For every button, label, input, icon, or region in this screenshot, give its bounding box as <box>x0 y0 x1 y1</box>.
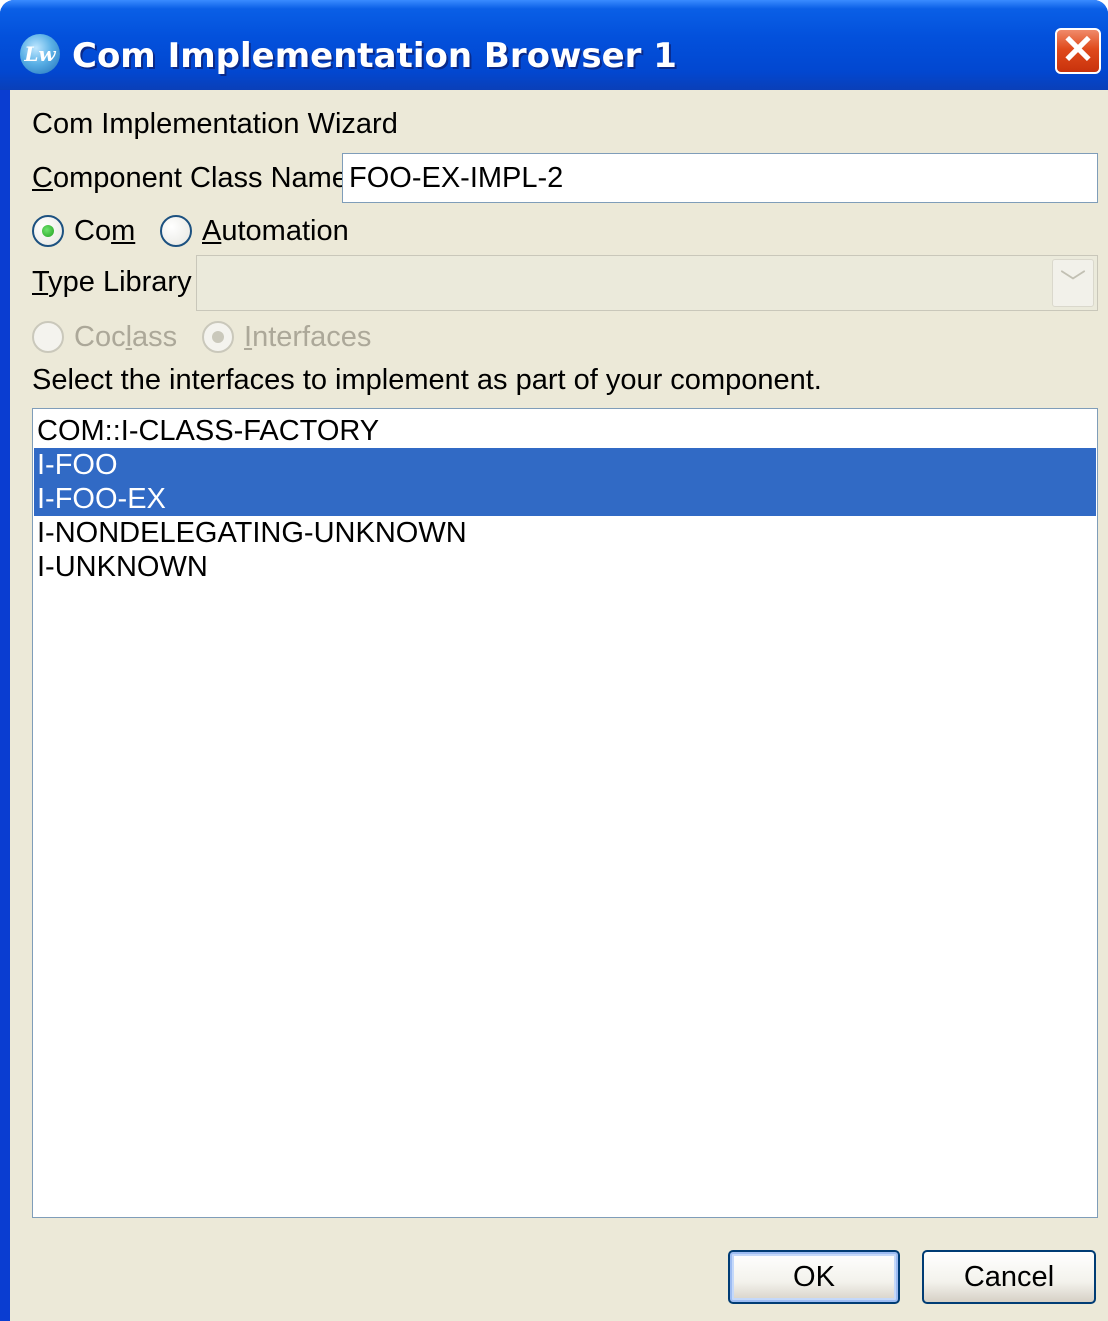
ok-button[interactable]: OK <box>728 1250 900 1304</box>
coclass-radio-label: Coclass <box>74 321 178 353</box>
dialog-body: Com Implementation Wizard Component Clas… <box>10 90 1108 1321</box>
dialog-window: Lw Com Implementation Browser 1 ✕ Com Im… <box>0 0 1108 1321</box>
com-radio[interactable] <box>32 215 64 247</box>
component-class-label: Component Class Name <box>32 162 348 194</box>
coclass-radio <box>32 321 64 353</box>
wizard-heading: Com Implementation Wizard <box>32 108 398 140</box>
automation-radio[interactable] <box>160 215 192 247</box>
radio-selected-dot <box>42 225 54 237</box>
interfaces-listbox[interactable]: COM::I-CLASS-FACTORY I-FOO I-FOO-EX I-NO… <box>32 408 1098 1218</box>
close-button[interactable]: ✕ <box>1055 28 1101 74</box>
list-item[interactable]: I-UNKNOWN <box>34 550 1096 584</box>
radio-selected-dot <box>212 331 224 343</box>
list-item[interactable]: COM::I-CLASS-FACTORY <box>34 414 1096 448</box>
window-title: Com Implementation Browser 1 <box>72 36 677 76</box>
list-item[interactable]: I-NONDELEGATING-UNKNOWN <box>34 516 1096 550</box>
app-icon: Lw <box>20 34 60 74</box>
title-bar[interactable]: Lw Com Implementation Browser 1 ✕ <box>0 0 1108 90</box>
chevron-down-icon: ﹀ <box>1052 259 1094 307</box>
component-class-input[interactable]: FOO-EX-IMPL-2 <box>342 153 1098 203</box>
list-item[interactable]: I-FOO <box>34 448 1096 482</box>
com-radio-label[interactable]: Com <box>74 213 135 249</box>
type-library-select: ﹀ <box>196 255 1098 311</box>
instruction-text: Select the interfaces to implement as pa… <box>32 364 822 396</box>
type-library-label: Type Library <box>32 266 192 298</box>
cancel-button[interactable]: Cancel <box>922 1250 1096 1304</box>
interfaces-radio <box>202 321 234 353</box>
close-icon: ✕ <box>1061 28 1095 72</box>
automation-radio-label[interactable]: Automation <box>202 213 349 249</box>
interfaces-radio-label: Interfaces <box>244 321 372 353</box>
list-item[interactable]: I-FOO-EX <box>34 482 1096 516</box>
